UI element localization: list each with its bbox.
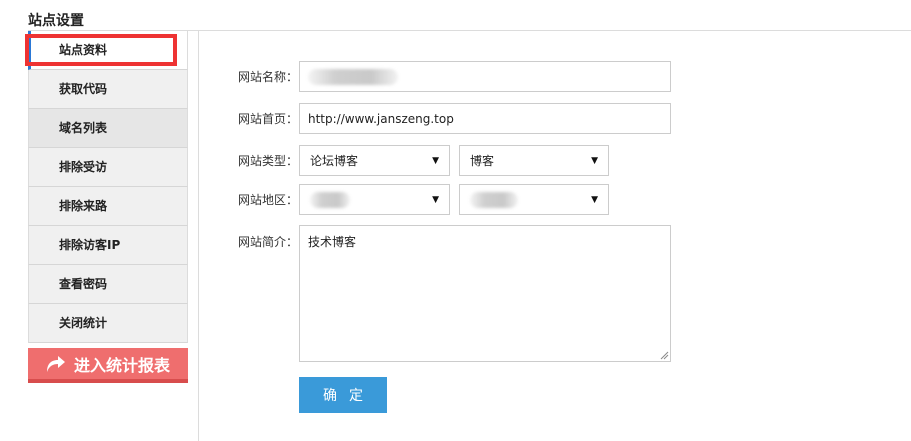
sidebar-item-label: 站点资料 [59,43,108,57]
site-type-row: 网站类型： 论坛博客 ▼ 博客 ▼ [238,145,609,176]
sidebar-divider [198,31,199,441]
page: 站点设置 站点资料 获取代码 域名列表 排除受访 排除来路 排除访客IP 查看密… [0,0,911,441]
redo-arrow-icon [47,355,65,372]
sidebar-item-label: 关闭统计 [59,316,108,330]
redacted-value [470,191,518,208]
site-type-label: 网站类型： [238,154,299,168]
site-name-label: 网站名称： [238,70,299,84]
dropdown-arrow-icon: ▼ [432,155,439,166]
page-title: 站点设置 [28,13,84,29]
sidebar-item-exclude-visited[interactable]: 排除受访 [28,148,188,187]
sidebar-item-label: 排除访客IP [59,238,121,252]
dropdown-arrow-icon: ▼ [591,194,598,205]
dropdown-arrow-icon: ▼ [432,194,439,205]
sidebar-item-site-info[interactable]: 站点资料 [28,31,188,70]
enter-report-button[interactable]: 进入统计报表 [28,348,188,383]
sidebar-item-disable-stats[interactable]: 关闭统计 [28,304,188,343]
sidebar-item-get-code[interactable]: 获取代码 [28,70,188,109]
intro-row: 网站简介： 技术博客 [238,225,671,362]
site-name-row: 网站名称： [238,61,671,92]
sidebar-item-view-password[interactable]: 查看密码 [28,265,188,304]
sidebar-item-domain-list[interactable]: 域名列表 [28,109,188,148]
city-select[interactable]: ▼ [459,184,609,215]
sidebar: 站点资料 获取代码 域名列表 排除受访 排除来路 排除访客IP 查看密码 关闭统… [28,31,188,343]
sidebar-item-label: 查看密码 [59,277,108,291]
homepage-input[interactable]: http://www.janszeng.top [299,103,671,134]
province-select[interactable]: ▼ [299,184,450,215]
submit-button-label: 确定 [323,388,375,404]
submit-button[interactable]: 确定 [299,377,387,413]
intro-value: 技术博客 [308,235,357,249]
homepage-value: http://www.janszeng.top [308,111,454,126]
sidebar-item-label: 排除来路 [59,199,108,213]
site-name-input[interactable] [299,61,671,92]
region-label: 网站地区： [238,193,299,207]
intro-textarea[interactable]: 技术博客 [299,225,671,362]
homepage-row: 网站首页： http://www.janszeng.top [238,103,671,134]
intro-label: 网站简介： [238,235,299,249]
site-subtype-value: 博客 [470,154,495,168]
site-type-value: 论坛博客 [310,154,359,168]
redacted-value [310,191,350,208]
sidebar-item-label: 域名列表 [59,121,108,135]
site-subtype-select[interactable]: 博客 ▼ [459,145,609,176]
site-type-select[interactable]: 论坛博客 ▼ [299,145,450,176]
region-row: 网站地区： ▼ ▼ [238,184,609,215]
redacted-value [308,68,398,85]
sidebar-item-label: 获取代码 [59,82,108,96]
dropdown-arrow-icon: ▼ [591,155,598,166]
sidebar-item-exclude-visitor-ip[interactable]: 排除访客IP [28,226,188,265]
resize-grip-icon[interactable] [660,351,669,360]
sidebar-item-label: 排除受访 [59,160,108,174]
report-button-label: 进入统计报表 [74,355,171,375]
homepage-label: 网站首页： [238,112,299,126]
sidebar-item-exclude-referrer[interactable]: 排除来路 [28,187,188,226]
